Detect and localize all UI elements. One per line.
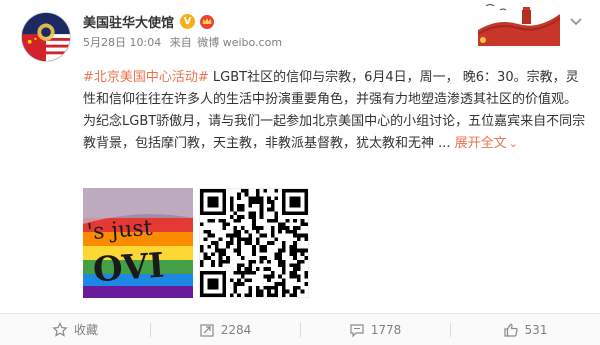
post-body: #北京美国中心活动# LGBT社区的信仰与宗教，6月4日，周一， 晚6：30。宗… [83,67,588,155]
like-count: 531 [524,322,548,337]
crown-badge-icon [200,14,215,29]
star-icon [52,321,68,337]
share-icon [200,323,214,337]
weibo-post-card: 美国驻华大使馆 V 5月28日 10:04 来自 微博 weibo.com #北… [0,0,600,345]
hashtag-link[interactable]: #北京美国中心活动# [83,70,209,85]
expand-full-text-link[interactable]: 展开全文 ⌄ [455,136,518,151]
event-photo[interactable]: 's just OVI [83,188,193,298]
great-wall-decoration-icon [478,4,560,46]
source-prefix: 来自 [169,36,192,49]
photo-caption-top: 's just [86,215,154,246]
comment-button[interactable]: 1778 [300,314,450,345]
author-name[interactable]: 美国驻华大使馆 [83,12,174,31]
expand-label: 展开全文 [454,136,507,151]
chevron-down-small-icon: ⌄ [508,137,518,150]
like-button[interactable]: 531 [450,314,600,345]
post-meta: 5月28日 10:04 来自 微博 weibo.com [83,34,287,50]
media-row: 's just OVI [83,188,309,298]
post-source[interactable]: 微博 weibo.com [197,36,282,49]
chevron-down-icon[interactable] [567,12,585,30]
favorite-button[interactable]: 收藏 [0,314,150,345]
action-bar: 收藏 2284 1778 531 [0,313,600,345]
favorite-label: 收藏 [73,323,98,337]
qr-code-image[interactable] [199,188,309,298]
thumbs-up-icon [503,323,518,337]
post-timestamp[interactable]: 5月28日 10:04 [83,36,161,49]
comment-icon [350,323,364,337]
comment-count: 1778 [370,322,402,337]
verified-badge-icon: V [180,13,196,29]
repost-button[interactable]: 2284 [150,314,300,345]
author-row: 美国驻华大使馆 V [83,11,215,31]
photo-caption-bottom: OVI [91,245,166,291]
repost-count: 2284 [220,322,252,337]
avatar[interactable] [21,12,71,62]
embassy-seal-icon [22,13,70,61]
